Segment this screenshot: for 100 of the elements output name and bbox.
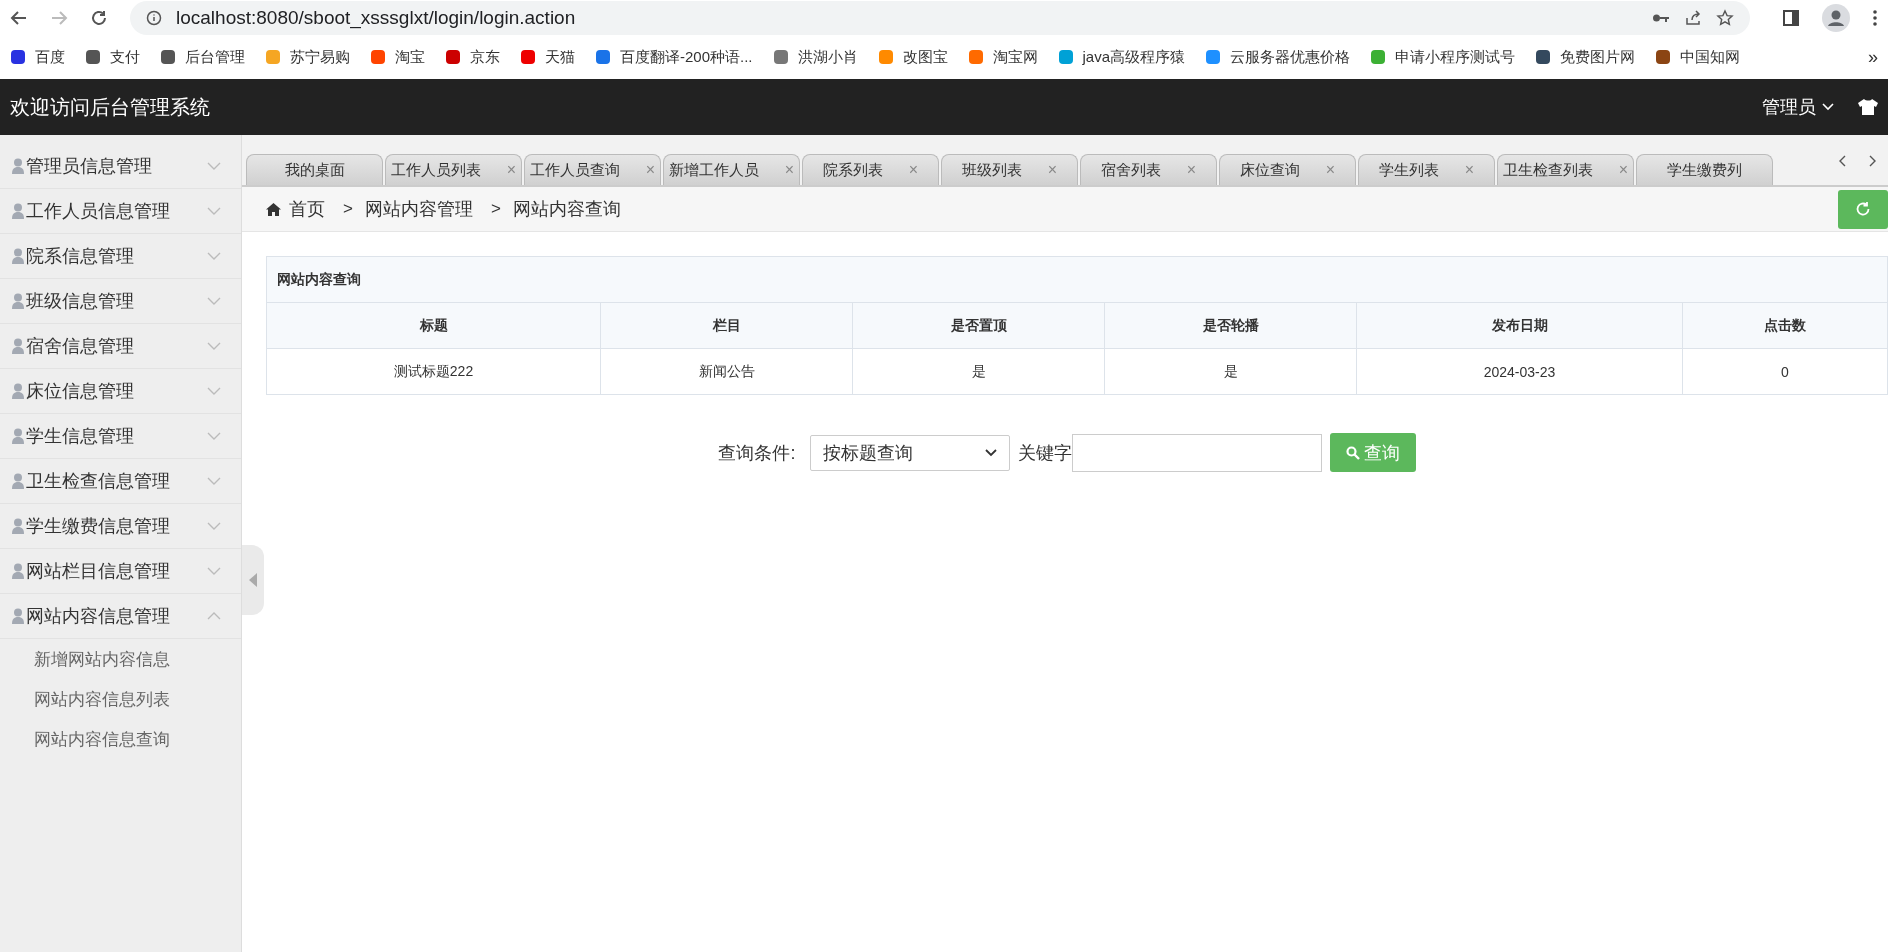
collapse-handle[interactable] bbox=[242, 545, 264, 615]
tab[interactable]: 工作人员查询 × bbox=[524, 154, 661, 185]
table-cell: 是 bbox=[1105, 349, 1357, 394]
sidebar-subitem[interactable]: 网站内容信息查询 bbox=[0, 719, 241, 759]
sidebar-subitem[interactable]: 网站内容信息列表 bbox=[0, 679, 241, 719]
search-icon bbox=[1345, 445, 1360, 460]
bookmark[interactable]: 百度翻译-200种语... bbox=[595, 47, 753, 67]
user-icon bbox=[12, 293, 24, 309]
sidebar-item[interactable]: 管理员信息管理 bbox=[0, 144, 241, 189]
side-panel-icon[interactable] bbox=[1782, 8, 1800, 27]
bookmark-icon bbox=[1535, 49, 1552, 65]
breadcrumb-link[interactable]: 首页 bbox=[289, 197, 325, 221]
more-bookmarks-button[interactable]: » bbox=[1868, 46, 1878, 68]
sidebar-item[interactable]: 宿舍信息管理 bbox=[0, 324, 241, 369]
chevron-down-icon bbox=[1822, 103, 1834, 111]
user-icon bbox=[12, 158, 24, 174]
breadcrumb-link[interactable]: 网站内容查询 bbox=[512, 197, 621, 221]
bookmark[interactable]: 淘宝 bbox=[370, 47, 425, 67]
chevron-down-icon bbox=[984, 448, 997, 457]
table-cell-text: 0 bbox=[1780, 362, 1790, 382]
user-icon bbox=[12, 248, 24, 264]
bookmark[interactable]: 云服务器优惠价格 bbox=[1205, 47, 1351, 67]
tab[interactable]: 院系列表 × bbox=[802, 154, 939, 185]
tab[interactable]: 床位查询 × bbox=[1219, 154, 1356, 185]
column-header: 是否置顶 bbox=[853, 303, 1105, 349]
sidebar-item[interactable]: 学生信息管理 bbox=[0, 414, 241, 459]
bookmark-icon bbox=[265, 49, 281, 65]
bookmark[interactable]: 苏宁易购 bbox=[265, 47, 350, 67]
bookmark[interactable]: 中国知网 bbox=[1655, 47, 1741, 67]
sidebar-item[interactable]: 床位信息管理 bbox=[0, 369, 241, 414]
bookmark-icon bbox=[520, 49, 536, 65]
refresh-icon bbox=[1855, 201, 1871, 217]
star-icon[interactable] bbox=[1716, 8, 1734, 27]
tab[interactable]: 学生缴费列 bbox=[1636, 154, 1773, 185]
bookmark-icon bbox=[1205, 49, 1222, 65]
bookmark[interactable]: 淘宝网 bbox=[967, 47, 1038, 67]
sidebar-subitem[interactable]: 新增网站内容信息 bbox=[0, 639, 241, 679]
user-icon bbox=[12, 518, 24, 534]
tab[interactable]: 宿舍列表 × bbox=[1080, 154, 1217, 185]
user-icon bbox=[12, 473, 24, 489]
keyword-field[interactable] bbox=[1071, 433, 1322, 472]
query-label: 查询条件: bbox=[718, 441, 796, 465]
share-icon[interactable] bbox=[1684, 8, 1702, 27]
bookmark[interactable]: java高级程序猿 bbox=[1057, 47, 1186, 67]
bookmark-icon bbox=[967, 49, 984, 65]
back-icon[interactable] bbox=[10, 8, 28, 27]
bookmark[interactable]: 百度 bbox=[10, 47, 65, 67]
user-icon bbox=[12, 608, 24, 624]
profile-icon[interactable] bbox=[1822, 3, 1850, 32]
reload-icon[interactable] bbox=[90, 8, 108, 27]
query-type-select[interactable]: 按标题查询 bbox=[809, 434, 1010, 471]
tab[interactable]: 卫生检查列表 × bbox=[1497, 154, 1634, 185]
column-header: 是否轮播 bbox=[1105, 303, 1357, 349]
user-icon bbox=[12, 383, 24, 399]
home-icon bbox=[266, 202, 281, 216]
bookmark-icon bbox=[877, 49, 894, 65]
tab[interactable]: 新增工作人员 × bbox=[663, 154, 800, 185]
breadcrumb-link[interactable]: 网站内容管理 bbox=[364, 197, 473, 221]
bookmark-icon bbox=[772, 49, 789, 65]
user-menu[interactable]: 管理员 bbox=[1762, 95, 1834, 119]
user-icon bbox=[12, 338, 24, 354]
sidebar-item[interactable]: 工作人员信息管理 bbox=[0, 189, 241, 234]
bookmark-icon bbox=[160, 49, 176, 65]
bookmark[interactable]: 申请小程序测试号 bbox=[1370, 47, 1516, 67]
app-title: 欢迎访问后台管理系统 bbox=[10, 94, 210, 120]
sidebar-item[interactable]: 网站内容信息管理 bbox=[0, 594, 241, 639]
scroll-right-icon[interactable] bbox=[1868, 155, 1877, 167]
bookmark[interactable]: 洪湖小肖 bbox=[772, 47, 858, 67]
address-bar[interactable]: localhost:8080/sboot_xsssglxt/login/login.action bbox=[130, 0, 1750, 35]
bookmark-icon bbox=[1057, 49, 1074, 65]
bookmark[interactable]: 后台管理 bbox=[160, 47, 245, 67]
tab[interactable]: 班级列表 × bbox=[941, 154, 1078, 185]
tab[interactable]: 学生列表 × bbox=[1358, 154, 1495, 185]
shirt-icon[interactable] bbox=[1858, 99, 1878, 115]
sidebar-item[interactable]: 院系信息管理 bbox=[0, 234, 241, 279]
column-header: 点击数 bbox=[1683, 303, 1887, 349]
menu-icon[interactable] bbox=[1872, 8, 1878, 27]
bookmark[interactable]: 改图宝 bbox=[877, 47, 948, 67]
breadcrumb-separator: > bbox=[490, 199, 501, 219]
column-header: 标题 bbox=[267, 303, 601, 349]
bookmark-icon bbox=[10, 49, 26, 65]
sidebar-item[interactable]: 卫生检查信息管理 bbox=[0, 459, 241, 504]
user-icon bbox=[12, 563, 24, 579]
sidebar-item[interactable]: 学生缴费信息管理 bbox=[0, 504, 241, 549]
table-cell: 2024-03-23 bbox=[1357, 349, 1683, 394]
scroll-left-icon[interactable] bbox=[1837, 155, 1846, 167]
bookmark[interactable]: 免费图片网 bbox=[1535, 47, 1636, 67]
tab[interactable]: 我的桌面 bbox=[246, 154, 383, 185]
url-text: localhost:8080/sboot_xsssglxt/login/login.action bbox=[176, 6, 576, 29]
info-icon bbox=[146, 9, 162, 26]
bookmark[interactable]: 支付 bbox=[85, 47, 140, 67]
bookmark-icon bbox=[1370, 49, 1387, 65]
sidebar-item[interactable]: 网站栏目信息管理 bbox=[0, 549, 241, 594]
tab[interactable]: 工作人员列表 × bbox=[385, 154, 522, 185]
table-cell: 测试标题222 bbox=[267, 349, 601, 394]
bookmark[interactable]: 京东 bbox=[445, 47, 500, 67]
breadcrumb-separator: > bbox=[343, 199, 353, 219]
sidebar-item[interactable]: 班级信息管理 bbox=[0, 279, 241, 324]
bookmark[interactable]: 天猫 bbox=[520, 47, 575, 67]
bookmark-icon bbox=[370, 49, 386, 65]
